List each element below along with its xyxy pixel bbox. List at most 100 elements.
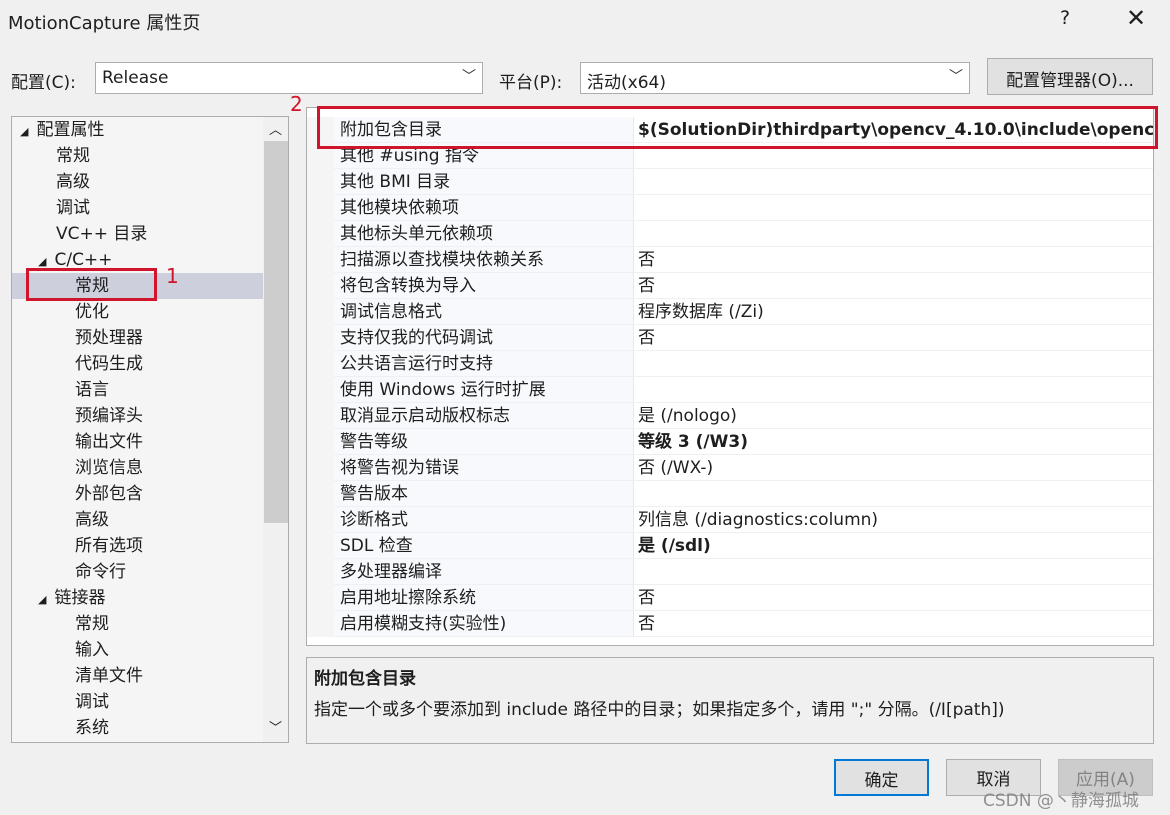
tree-item[interactable]: 高级: [12, 507, 263, 533]
row-gutter: [307, 533, 334, 559]
tree-item[interactable]: 高级: [12, 169, 263, 195]
tree-item[interactable]: 预编译头: [12, 403, 263, 429]
tree-item[interactable]: 调试: [12, 195, 263, 221]
property-name: 其他 BMI 目录: [334, 169, 634, 195]
tree-item-label: 输出文件: [75, 432, 143, 452]
property-row[interactable]: 警告等级 等级 3 (/W3): [307, 429, 1153, 455]
description-text: 指定一个或多个要添加到 include 路径中的目录；如果指定多个，请用 ";"…: [314, 700, 1005, 720]
property-row[interactable]: 其他标头单元依赖项: [307, 221, 1153, 247]
ok-button[interactable]: 确定: [834, 759, 929, 796]
expand-triangle-icon[interactable]: ◢: [20, 125, 28, 138]
row-gutter: [307, 585, 334, 611]
config-dropdown[interactable]: Release ﹀: [95, 62, 483, 94]
tree-item[interactable]: 输入: [12, 637, 263, 663]
property-name: 启用模糊支持(实验性): [334, 611, 634, 637]
property-name: 将包含转换为导入: [334, 273, 634, 299]
tree-item[interactable]: ◢ 链接器: [12, 585, 263, 611]
tree-item-label: 常规: [75, 614, 109, 634]
tree-item-label: C/C++: [54, 250, 113, 270]
property-value[interactable]: 是 (/sdl): [634, 533, 1153, 559]
tree-item-label: 语言: [75, 380, 109, 400]
chevron-up-icon[interactable]: ︿: [269, 119, 282, 138]
property-value[interactable]: 否: [634, 273, 1153, 299]
row-gutter: [307, 403, 334, 429]
tree-item[interactable]: 清单文件: [12, 663, 263, 689]
expand-triangle-icon[interactable]: ◢: [38, 593, 46, 606]
tree-item[interactable]: 调试: [12, 689, 263, 715]
tree-item[interactable]: VC++ 目录: [12, 221, 263, 247]
tree-item-label: 链接器: [54, 588, 106, 608]
property-value[interactable]: 否: [634, 585, 1153, 611]
tree-item[interactable]: 所有选项: [12, 533, 263, 559]
property-row[interactable]: 调试信息格式 程序数据库 (/Zi): [307, 299, 1153, 325]
property-value[interactable]: [634, 559, 1153, 585]
property-row[interactable]: 其他模块依赖项: [307, 195, 1153, 221]
property-row[interactable]: 支持仅我的代码调试否: [307, 325, 1153, 351]
property-value[interactable]: [634, 195, 1153, 221]
close-button[interactable]: ✕: [1126, 4, 1146, 32]
tree-item[interactable]: 浏览信息: [12, 455, 263, 481]
property-row[interactable]: 将包含转换为导入否: [307, 273, 1153, 299]
property-value[interactable]: 否: [634, 611, 1153, 637]
tree-item-label: 外部包含: [75, 484, 143, 504]
property-row[interactable]: 公共语言运行时支持: [307, 351, 1153, 377]
property-row[interactable]: SDL 检查是 (/sdl): [307, 533, 1153, 559]
tree-item[interactable]: ◢ 配置属性: [12, 117, 263, 143]
property-row[interactable]: 诊断格式 列信息 (/diagnostics:column): [307, 507, 1153, 533]
property-name: 取消显示启动版权标志: [334, 403, 634, 429]
property-name: 警告版本: [334, 481, 634, 507]
property-row[interactable]: 使用 Windows 运行时扩展: [307, 377, 1153, 403]
row-gutter: [307, 481, 334, 507]
property-name: 扫描源以查找模块依赖关系: [334, 247, 634, 273]
property-value[interactable]: [634, 169, 1153, 195]
property-name: 多处理器编译: [334, 559, 634, 585]
row-gutter: [307, 507, 334, 533]
expand-triangle-icon[interactable]: ◢: [38, 255, 46, 268]
property-row[interactable]: 取消显示启动版权标志是 (/nologo): [307, 403, 1153, 429]
property-value[interactable]: [634, 221, 1153, 247]
help-button[interactable]: ?: [1060, 7, 1070, 29]
platform-dropdown[interactable]: 活动(x64) ﹀: [580, 62, 970, 94]
property-value[interactable]: 否: [634, 325, 1153, 351]
property-row[interactable]: 警告版本: [307, 481, 1153, 507]
tree-item[interactable]: 语言: [12, 377, 263, 403]
row-gutter: [307, 169, 334, 195]
config-manager-button[interactable]: 配置管理器(O)...: [987, 58, 1153, 95]
property-name: 其他标头单元依赖项: [334, 221, 634, 247]
tree-item-label: 常规: [56, 146, 90, 166]
tree-item-label: 高级: [75, 510, 109, 530]
highlight-box-2: [317, 106, 1158, 149]
tree-item[interactable]: 常规: [12, 143, 263, 169]
property-row[interactable]: 多处理器编译: [307, 559, 1153, 585]
property-value[interactable]: 程序数据库 (/Zi): [634, 299, 1153, 325]
tree-item[interactable]: 常规: [12, 611, 263, 637]
property-value[interactable]: [634, 351, 1153, 377]
scrollbar-thumb[interactable]: [264, 141, 288, 523]
property-value[interactable]: 等级 3 (/W3): [634, 429, 1153, 455]
property-value[interactable]: [634, 377, 1153, 403]
property-row[interactable]: 其他 BMI 目录: [307, 169, 1153, 195]
property-name: 将警告视为错误: [334, 455, 634, 481]
tree-item[interactable]: 优化: [12, 299, 263, 325]
property-row[interactable]: 启用模糊支持(实验性) 否: [307, 611, 1153, 637]
tree-item[interactable]: 预处理器: [12, 325, 263, 351]
property-value[interactable]: 列信息 (/diagnostics:column): [634, 507, 1153, 533]
tree-scrollbar[interactable]: ︿ ﹀: [263, 117, 288, 742]
property-value[interactable]: 否 (/WX-): [634, 455, 1153, 481]
property-row[interactable]: 扫描源以查找模块依赖关系否: [307, 247, 1153, 273]
tree-item-label: 预处理器: [75, 328, 143, 348]
tree-item-label: 系统: [75, 718, 109, 738]
property-value[interactable]: 否: [634, 247, 1153, 273]
tree-item[interactable]: 输出文件: [12, 429, 263, 455]
tree-item[interactable]: 命令行: [12, 559, 263, 585]
tree-item[interactable]: 外部包含: [12, 481, 263, 507]
property-row[interactable]: 将警告视为错误否 (/WX-): [307, 455, 1153, 481]
chevron-down-icon[interactable]: ﹀: [269, 717, 282, 736]
property-row[interactable]: 启用地址擦除系统否: [307, 585, 1153, 611]
tree-item[interactable]: 系统: [12, 715, 263, 741]
property-grid: 附加包含目录 $(SolutionDir)thirdparty\opencv_4.…: [306, 107, 1154, 646]
row-gutter: [307, 377, 334, 403]
property-value[interactable]: 是 (/nologo): [634, 403, 1153, 429]
property-value[interactable]: [634, 481, 1153, 507]
tree-item[interactable]: 代码生成: [12, 351, 263, 377]
